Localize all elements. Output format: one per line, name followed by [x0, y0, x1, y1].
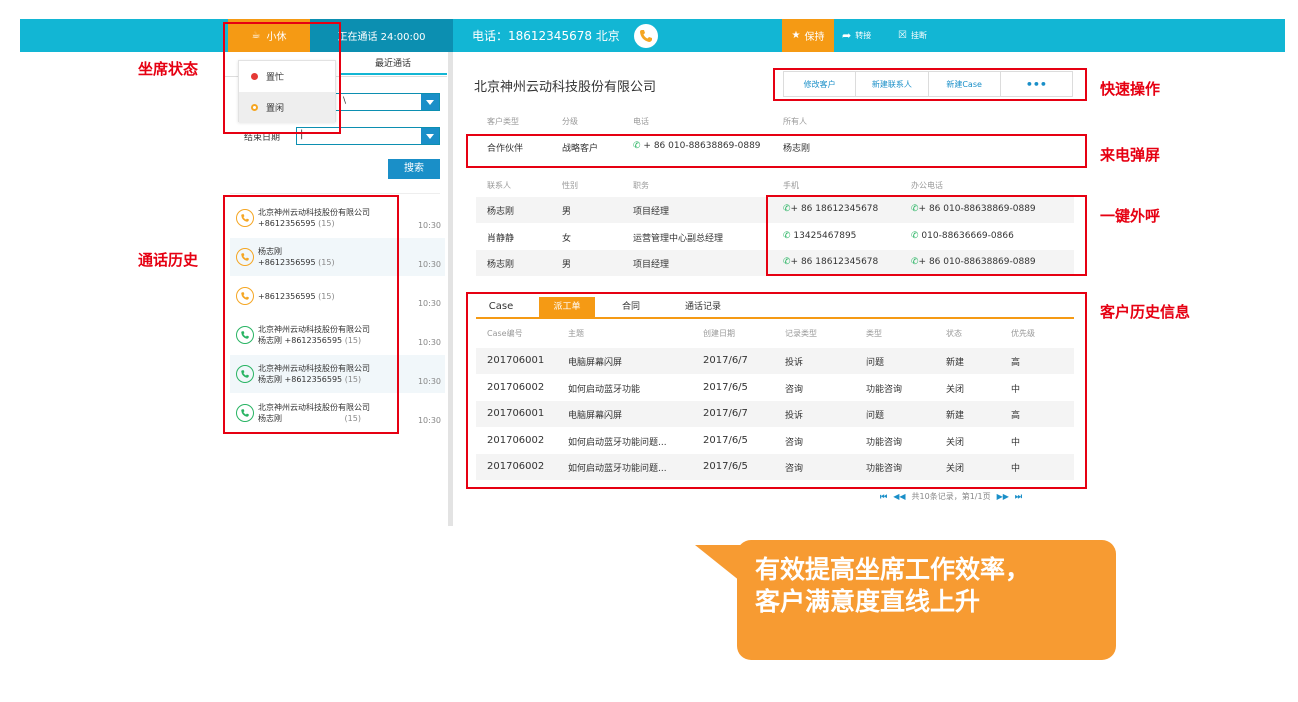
hangup-label: 挂断: [910, 31, 927, 40]
header-title: 职务: [633, 181, 649, 190]
callout-bubble: 有效提高坐席工作效率， 客户满意度直线上升: [737, 540, 1116, 660]
status-option-busy[interactable]: 置忙: [239, 61, 335, 92]
history-time: 10:30: [417, 260, 441, 269]
contact-name: 杨志刚: [487, 260, 515, 270]
history-time: 10:30: [417, 416, 441, 425]
history-time: 10:30: [417, 338, 441, 347]
annotation-agent-status: 坐席状态: [138, 60, 199, 78]
screen-pop-highlight: [466, 134, 1087, 168]
tab-recent-calls[interactable]: 最近通话: [339, 55, 447, 75]
next-page-icon[interactable]: ▶▶: [997, 492, 1009, 501]
star-icon: ★: [791, 30, 801, 41]
status-option-label: 置忙: [266, 73, 285, 83]
callout-line-1: 有效提高坐席工作效率，: [755, 555, 1031, 584]
history-time: 10:30: [417, 221, 441, 230]
annotation-screen-pop: 来电弹屏: [1100, 146, 1161, 164]
contact-name: 杨志刚: [487, 207, 515, 217]
chevron-down-icon[interactable]: [421, 128, 439, 144]
history-time: 10:30: [417, 299, 441, 308]
status-option-idle[interactable]: 置闲: [239, 92, 335, 123]
annotation-quick-actions: 快速操作: [1100, 80, 1161, 98]
header-customer-type: 客户类型: [487, 117, 519, 126]
status-option-label: 置闲: [266, 104, 285, 114]
caller-info: 电话：18612345678 北京: [472, 19, 658, 52]
header-contact: 联系人: [487, 181, 511, 190]
annotation-one-click-dial: 一键外呼: [1100, 207, 1161, 225]
customer-history-highlight: [466, 292, 1087, 489]
contact-gender: 男: [562, 207, 572, 217]
header-office-phone: 办公电话: [911, 181, 943, 190]
call-history-highlight: [223, 195, 399, 434]
prev-page-icon[interactable]: ◀◀: [893, 492, 905, 501]
pagination: ⏮ ◀◀ 共10条记录，第1/1页 ▶▶ ⏭: [880, 491, 1022, 502]
search-button[interactable]: 搜索: [388, 159, 440, 179]
phone-icon[interactable]: [633, 23, 658, 48]
caller-phone: 电话：18612345678 北京: [472, 29, 620, 43]
hold-button[interactable]: ★ 保持: [782, 19, 834, 52]
customer-name: 北京神州云动科技股份有限公司: [474, 80, 657, 95]
start-date-value: \: [343, 96, 347, 106]
header-phone: 电话: [633, 117, 649, 126]
idle-dot-icon: [251, 104, 258, 111]
contact-name: 肖静静: [487, 234, 515, 244]
status-dropdown: 置忙 置闲: [238, 60, 336, 123]
contact-title: 项目经理: [633, 207, 670, 217]
pager-text: 共10条记录，第1/1页: [911, 492, 991, 501]
contact-title: 项目经理: [633, 260, 670, 270]
contact-gender: 男: [562, 260, 572, 270]
header-gender: 性别: [562, 181, 578, 190]
history-time: 10:30: [417, 377, 441, 386]
quick-actions-highlight: [773, 68, 1087, 101]
hold-label: 保持: [804, 32, 825, 43]
hangup-icon: ☒: [898, 30, 907, 41]
transfer-icon: ➦: [842, 29, 852, 42]
contact-gender: 女: [562, 234, 572, 244]
transfer-button[interactable]: ➦ 转接: [842, 19, 871, 52]
first-page-icon[interactable]: ⏮: [880, 492, 887, 502]
scrollbar[interactable]: [448, 52, 453, 526]
busy-dot-icon: [251, 73, 258, 80]
header-level: 分级: [562, 117, 578, 126]
transfer-label: 转接: [855, 31, 872, 40]
contact-title: 运营管理中心副总经理: [633, 234, 724, 244]
chevron-down-icon[interactable]: [421, 94, 439, 110]
divider: [230, 193, 440, 194]
callout-line-2: 客户满意度直线上升: [755, 587, 981, 616]
one-click-dial-highlight: [766, 195, 1087, 276]
annotation-call-history: 通话历史: [138, 251, 199, 269]
hangup-button[interactable]: ☒ 挂断: [898, 19, 927, 52]
last-page-icon[interactable]: ⏭: [1015, 492, 1022, 502]
annotation-customer-history: 客户历史信息: [1100, 303, 1191, 321]
header-owner: 所有人: [783, 117, 807, 126]
header-mobile: 手机: [783, 181, 799, 190]
top-toolbar: ☕ 小休 正在通话 24:00:00 电话：18612345678 北京 ★ 保…: [20, 19, 1285, 52]
